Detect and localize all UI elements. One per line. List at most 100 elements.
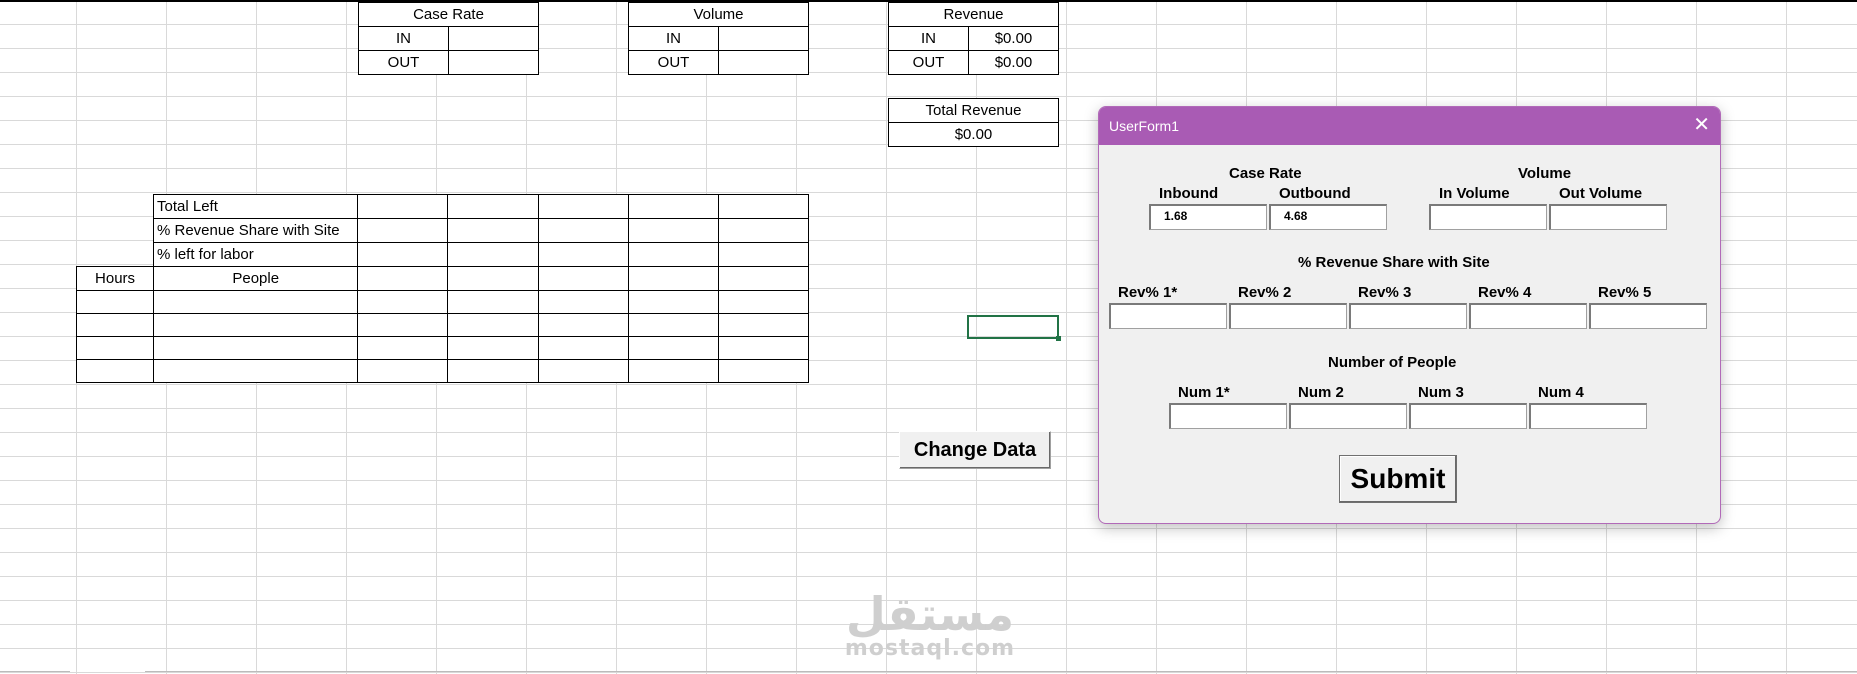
labor-table-top: Total Left % Revenue Share with Site % l… <box>152 194 810 267</box>
hours-header[interactable]: Hours <box>75 266 155 291</box>
table-cell[interactable] <box>153 336 359 360</box>
rev5-input[interactable] <box>1589 303 1707 329</box>
table-cell[interactable] <box>537 218 629 243</box>
table-cell[interactable] <box>717 242 810 267</box>
rev3-input[interactable] <box>1349 303 1467 329</box>
volume-out-label[interactable]: OUT <box>628 50 719 75</box>
volume-title[interactable]: Volume <box>628 2 809 27</box>
table-cell[interactable] <box>717 313 810 337</box>
table-cell[interactable] <box>75 290 155 314</box>
table-cell[interactable] <box>357 359 449 383</box>
table-cell[interactable] <box>447 242 539 267</box>
row-label-revenue-share[interactable]: % Revenue Share with Site <box>152 218 359 243</box>
case-rate-in-label[interactable]: IN <box>358 26 449 51</box>
revenue-out-label[interactable]: OUT <box>888 50 969 75</box>
row-label-total-left[interactable]: Total Left <box>152 194 359 219</box>
table-cell[interactable] <box>537 194 629 219</box>
revenue-in-value[interactable]: $0.00 <box>968 26 1059 51</box>
inbound-input[interactable]: 1.68 <box>1149 204 1267 230</box>
table-cell[interactable] <box>447 359 539 383</box>
revenue-title[interactable]: Revenue <box>888 2 1059 27</box>
rev2-input[interactable] <box>1229 303 1347 329</box>
table-cell[interactable] <box>717 359 810 383</box>
table-cell[interactable] <box>447 266 539 291</box>
table-cell[interactable] <box>537 313 629 337</box>
table-cell[interactable] <box>537 266 629 291</box>
total-revenue-table: Total Revenue $0.00 <box>888 98 1059 147</box>
outbound-input[interactable]: 4.68 <box>1269 204 1387 230</box>
table-cell[interactable] <box>537 359 629 383</box>
revenue-out-value[interactable]: $0.00 <box>968 50 1059 75</box>
table-cell[interactable] <box>717 336 810 360</box>
rev1-input[interactable] <box>1109 303 1227 329</box>
num4-input[interactable] <box>1529 403 1647 429</box>
selected-cell[interactable] <box>967 315 1061 341</box>
table-cell[interactable] <box>75 359 155 383</box>
rev4-input[interactable] <box>1469 303 1587 329</box>
num1-input[interactable] <box>1169 403 1287 429</box>
table-cell[interactable] <box>447 218 539 243</box>
userform-dialog: UserForm1 ✕ Case Rate Inbound Outbound 1… <box>1098 106 1721 524</box>
table-cell[interactable] <box>717 218 810 243</box>
table-cell[interactable] <box>717 290 810 314</box>
submit-button[interactable]: Submit <box>1339 455 1457 503</box>
table-cell[interactable] <box>357 242 449 267</box>
close-icon[interactable]: ✕ <box>1693 115 1710 135</box>
num3-input[interactable] <box>1409 403 1527 429</box>
table-cell[interactable] <box>627 359 719 383</box>
volume-in-value[interactable] <box>718 26 809 51</box>
watermark-latin: mostaql.com <box>844 636 1016 661</box>
table-cell[interactable] <box>357 290 449 314</box>
volume-out-value[interactable] <box>718 50 809 75</box>
divider <box>145 671 1857 672</box>
case-rate-heading: Case Rate <box>1229 165 1302 182</box>
revenue-in-label[interactable]: IN <box>888 26 969 51</box>
table-cell[interactable] <box>75 336 155 360</box>
table-cell[interactable] <box>153 359 359 383</box>
table-cell[interactable] <box>357 266 449 291</box>
total-revenue-title[interactable]: Total Revenue <box>888 98 1059 123</box>
rev3-label: Rev% 3 <box>1358 284 1412 301</box>
table-cell[interactable] <box>357 336 449 360</box>
change-data-button[interactable]: Change Data <box>899 431 1051 469</box>
table-cell[interactable] <box>627 218 719 243</box>
table-cell[interactable] <box>627 194 719 219</box>
table-cell[interactable] <box>627 266 719 291</box>
table-cell[interactable] <box>447 194 539 219</box>
table-cell[interactable] <box>153 313 359 337</box>
out-volume-input[interactable] <box>1549 204 1667 230</box>
table-cell[interactable] <box>357 218 449 243</box>
people-header[interactable]: People <box>153 266 359 291</box>
volume-heading: Volume <box>1518 165 1572 182</box>
case-rate-in-value[interactable] <box>448 26 539 51</box>
table-cell[interactable] <box>153 290 359 314</box>
table-cell[interactable] <box>447 313 539 337</box>
num4-label: Num 4 <box>1538 384 1584 401</box>
outbound-label: Outbound <box>1279 185 1351 202</box>
table-cell[interactable] <box>627 242 719 267</box>
dialog-titlebar[interactable]: UserForm1 ✕ <box>1099 107 1720 145</box>
table-cell[interactable] <box>627 313 719 337</box>
table-cell[interactable] <box>75 313 155 337</box>
dialog-title: UserForm1 <box>1109 118 1180 134</box>
table-cell[interactable] <box>357 313 449 337</box>
case-rate-title[interactable]: Case Rate <box>358 2 539 27</box>
case-rate-out-label[interactable]: OUT <box>358 50 449 75</box>
table-cell[interactable] <box>537 242 629 267</box>
table-cell[interactable] <box>627 290 719 314</box>
num2-input[interactable] <box>1289 403 1407 429</box>
in-volume-input[interactable] <box>1429 204 1547 230</box>
out-volume-label: Out Volume <box>1559 185 1643 202</box>
table-cell[interactable] <box>537 336 629 360</box>
table-cell[interactable] <box>357 194 449 219</box>
table-cell[interactable] <box>447 336 539 360</box>
table-cell[interactable] <box>627 336 719 360</box>
volume-in-label[interactable]: IN <box>628 26 719 51</box>
table-cell[interactable] <box>447 290 539 314</box>
table-cell[interactable] <box>717 194 810 219</box>
total-revenue-value[interactable]: $0.00 <box>888 122 1059 147</box>
case-rate-out-value[interactable] <box>448 50 539 75</box>
table-cell[interactable] <box>717 266 810 291</box>
row-label-left-for-labor[interactable]: % left for labor <box>152 242 359 267</box>
table-cell[interactable] <box>537 290 629 314</box>
